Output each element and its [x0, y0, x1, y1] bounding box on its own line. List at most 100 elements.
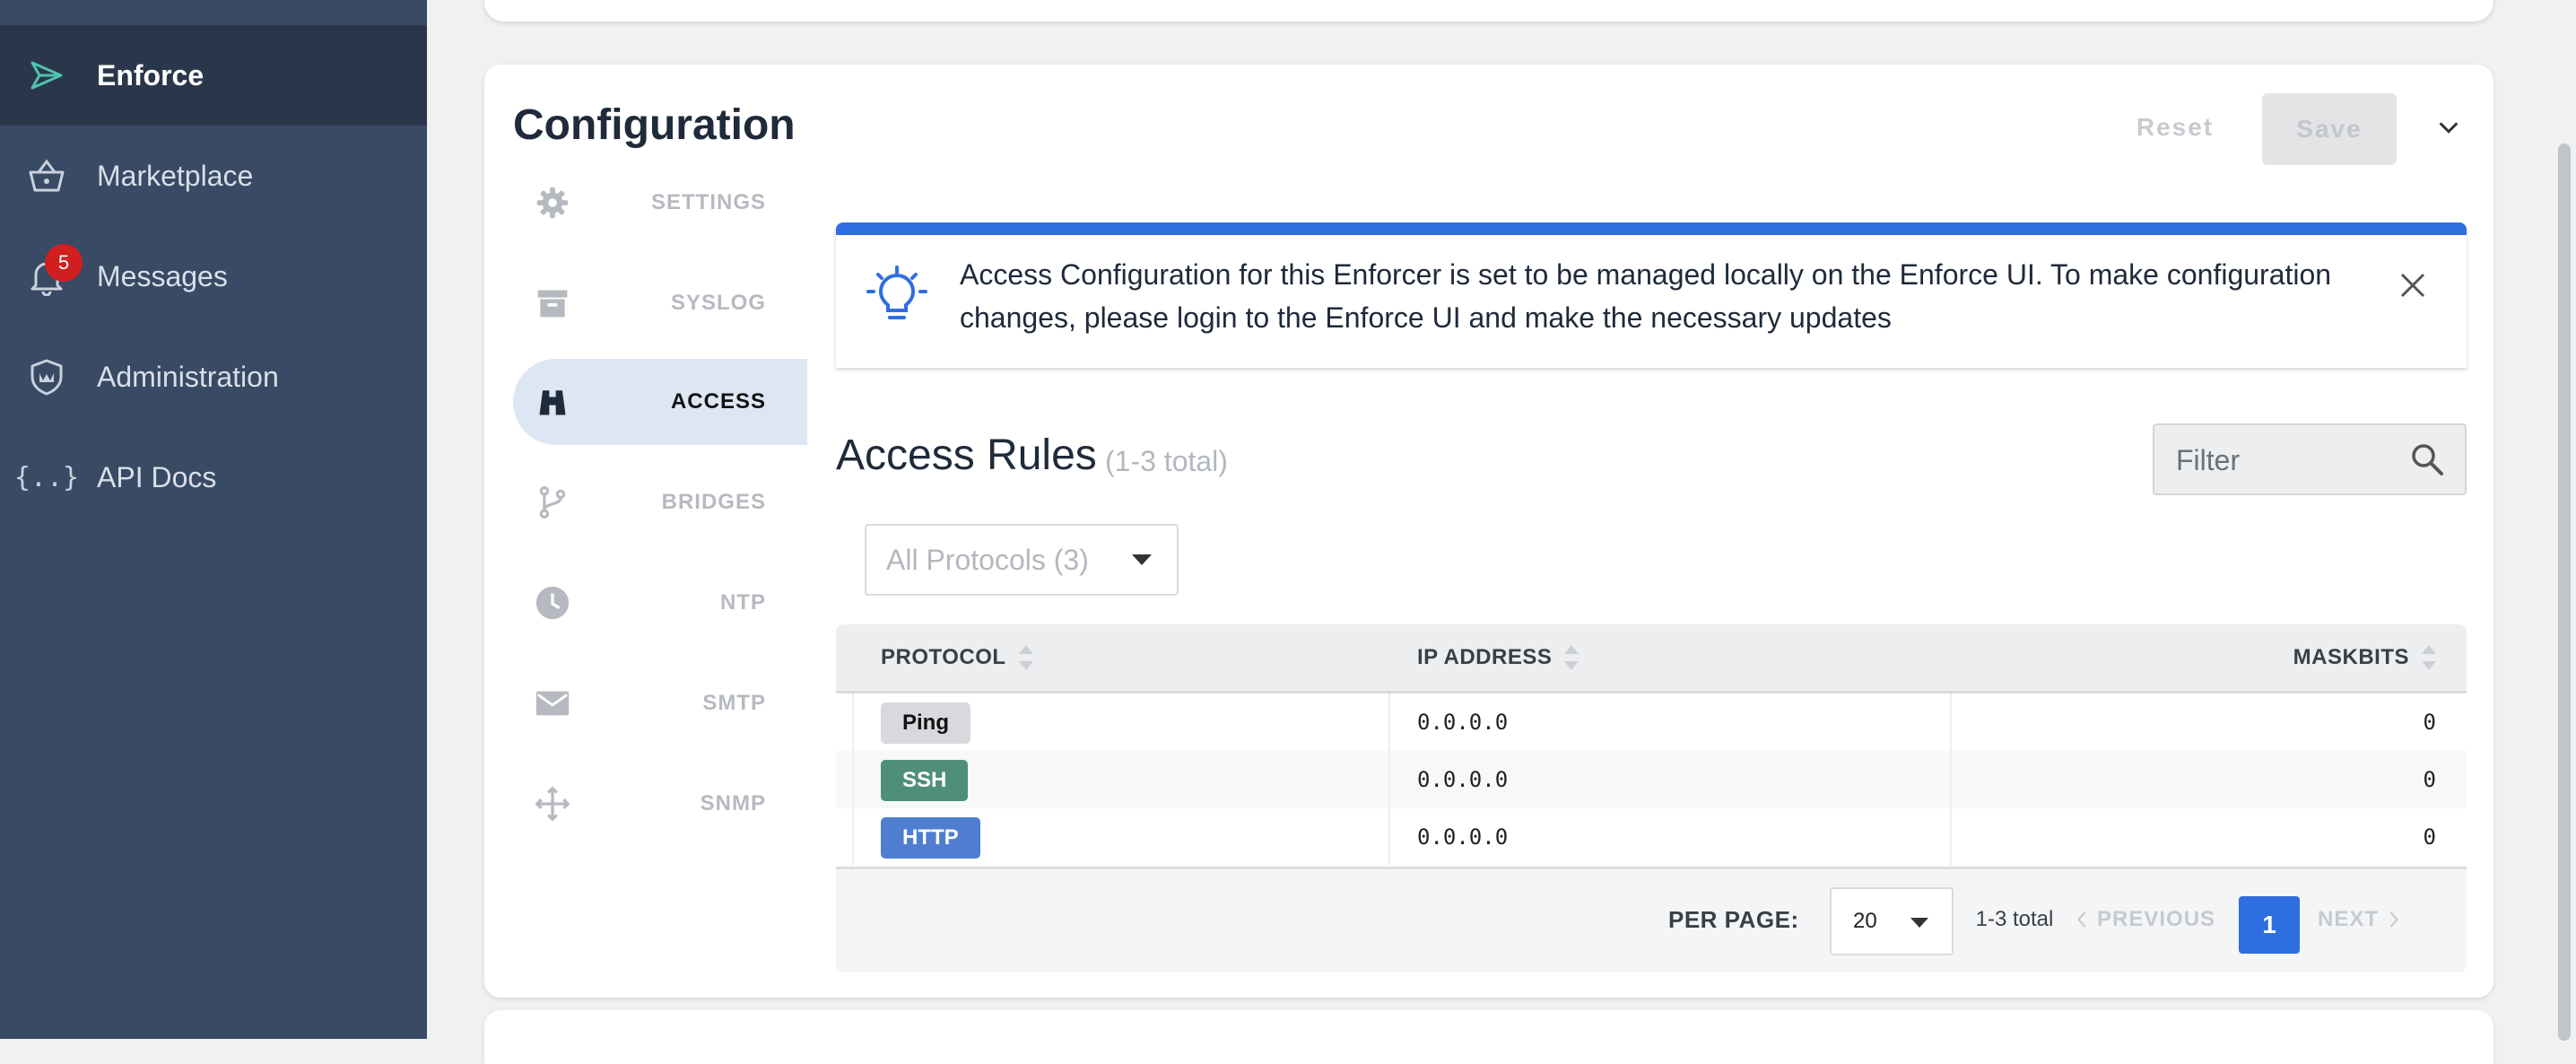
- sidebar-item-enforce[interactable]: Enforce: [0, 25, 427, 126]
- previous-panel: [484, 0, 2493, 22]
- section-title: Access Rules: [836, 432, 1097, 479]
- previous-label: PREVIOUS: [2097, 907, 2216, 931]
- access-rules-table: PROTOCOL IP ADDRESS MASKBITS Ping 0.0.0.…: [836, 624, 2467, 972]
- tab-label: SETTINGS: [650, 190, 766, 214]
- tab-access[interactable]: ACCESS: [513, 359, 807, 445]
- pagination-bar: PER PAGE: 20 1-3 total PREVIOUS 1 NEXT: [836, 867, 2467, 975]
- page-title: Configuration: [513, 101, 796, 149]
- chevron-left-icon: [2077, 911, 2086, 928]
- archive-icon: [533, 283, 572, 323]
- caret-down-icon: [1132, 554, 1152, 565]
- chevron-down-icon[interactable]: [2431, 109, 2467, 145]
- sort-icon: [1018, 645, 1033, 670]
- sidebar-item-label: Administration: [97, 361, 279, 393]
- maskbits-cell: 0: [2423, 824, 2436, 850]
- column-divider: [1950, 693, 1952, 751]
- alert-message: Access Configuration for this Enforcer i…: [960, 258, 2332, 334]
- branch-icon: [533, 483, 572, 522]
- ip-address-cell: 0.0.0.0: [1417, 824, 1509, 850]
- tab-label: NTP: [720, 590, 766, 615]
- column-divider: [1388, 751, 1390, 808]
- sidebar-item-marketplace[interactable]: Marketplace: [0, 126, 427, 226]
- sidebar-item-label: Messages: [97, 260, 228, 292]
- tab-syslog[interactable]: SYSLOG: [513, 260, 807, 346]
- protocol-filter-value: All Protocols (3): [886, 544, 1089, 576]
- enforce-logo-icon: [25, 54, 68, 97]
- gear-icon: [533, 183, 572, 222]
- next-panel: [484, 1010, 2493, 1064]
- sidebar-item-label: API Docs: [97, 461, 217, 493]
- table-body: Ping 0.0.0.0 0 SSH 0.0.0.0 0 HTTP 0.0.0.…: [836, 693, 2467, 866]
- table-row: Ping 0.0.0.0 0: [836, 693, 2467, 751]
- column-divider: [852, 808, 854, 866]
- binoculars-icon: [533, 382, 572, 422]
- table-header: PROTOCOL IP ADDRESS MASKBITS: [836, 624, 2467, 693]
- pagination-range: 1-3 total: [1975, 907, 2054, 931]
- braces-icon: {..}: [13, 461, 80, 493]
- tab-bridges[interactable]: BRIDGES: [513, 459, 807, 545]
- sidebar: Enforce Marketplace Messages 5 Administr…: [0, 0, 427, 1039]
- reset-button[interactable]: Reset: [2117, 93, 2233, 161]
- sort-icon: [1564, 645, 1580, 670]
- sidebar-item-administration[interactable]: Administration: [0, 327, 427, 427]
- column-ip-address[interactable]: IP ADDRESS: [1417, 624, 1580, 691]
- caret-down-icon: [1910, 918, 1928, 928]
- per-page-label: PER PAGE:: [1668, 906, 1799, 933]
- per-page-select[interactable]: 20: [1830, 887, 1954, 955]
- ip-address-cell: 0.0.0.0: [1417, 767, 1509, 792]
- column-divider: [1950, 751, 1952, 808]
- protocol-tag-ssh: SSH: [881, 760, 969, 801]
- protocol-tag-ping: Ping: [881, 702, 970, 744]
- column-label: MASKBITS: [2293, 645, 2409, 669]
- lightbulb-icon: [866, 266, 927, 319]
- next-page-button[interactable]: NEXT: [2318, 869, 2400, 970]
- tab-label: SMTP: [702, 691, 766, 715]
- column-label: PROTOCOL: [881, 645, 1006, 669]
- sidebar-item-label: Marketplace: [97, 160, 254, 192]
- column-divider: [1388, 693, 1390, 751]
- column-divider: [852, 693, 854, 751]
- page-1-button[interactable]: 1: [2239, 896, 2300, 954]
- protocol-filter-select[interactable]: All Protocols (3): [865, 524, 1179, 596]
- sidebar-item-label: Enforce: [97, 59, 205, 92]
- column-divider: [1950, 808, 1952, 866]
- save-button[interactable]: Save: [2262, 93, 2397, 165]
- shield-crown-icon: [25, 355, 68, 398]
- tab-settings[interactable]: SETTINGS: [513, 160, 807, 246]
- filter-box: [2153, 423, 2467, 495]
- page-scrollbar[interactable]: [2558, 144, 2571, 1041]
- next-label: NEXT: [2318, 907, 2380, 931]
- table-row: HTTP 0.0.0.0 0: [836, 808, 2467, 866]
- column-maskbits[interactable]: MASKBITS: [2293, 624, 2436, 691]
- messages-count-badge: 5: [45, 244, 83, 282]
- sort-icon: [2422, 645, 2436, 670]
- mail-icon: [533, 684, 572, 723]
- per-page-value: 20: [1853, 909, 1877, 933]
- rules-total-count: (1-3 total): [1105, 445, 1228, 477]
- maskbits-cell: 0: [2423, 767, 2436, 792]
- managed-locally-alert: Access Configuration for this Enforcer i…: [836, 222, 2467, 368]
- move-arrows-icon: [533, 784, 572, 824]
- previous-page-button[interactable]: PREVIOUS: [2076, 869, 2215, 970]
- filter-input[interactable]: [2174, 425, 2411, 495]
- tab-label: SNMP: [700, 791, 766, 815]
- chevron-right-icon: [2389, 911, 2398, 928]
- close-icon[interactable]: [2395, 267, 2431, 303]
- tab-snmp[interactable]: SNMP: [513, 761, 807, 847]
- search-icon[interactable]: [2409, 441, 2445, 477]
- tab-smtp[interactable]: SMTP: [513, 660, 807, 746]
- protocol-tag-http: HTTP: [881, 817, 980, 859]
- column-protocol[interactable]: PROTOCOL: [881, 624, 1033, 691]
- column-label: IP ADDRESS: [1417, 645, 1553, 669]
- clock-icon: [533, 583, 572, 623]
- column-divider: [852, 751, 854, 808]
- tab-ntp[interactable]: NTP: [513, 560, 807, 646]
- maskbits-cell: 0: [2423, 710, 2436, 735]
- tab-label: BRIDGES: [661, 490, 766, 514]
- sidebar-item-api-docs[interactable]: {..} API Docs: [0, 427, 427, 528]
- ip-address-cell: 0.0.0.0: [1417, 710, 1509, 735]
- tab-label: SYSLOG: [670, 291, 766, 315]
- tab-label: ACCESS: [670, 389, 766, 414]
- configuration-panel: Configuration Reset Save SETTINGS SYSLOG…: [484, 65, 2493, 998]
- basket-icon: [25, 154, 68, 197]
